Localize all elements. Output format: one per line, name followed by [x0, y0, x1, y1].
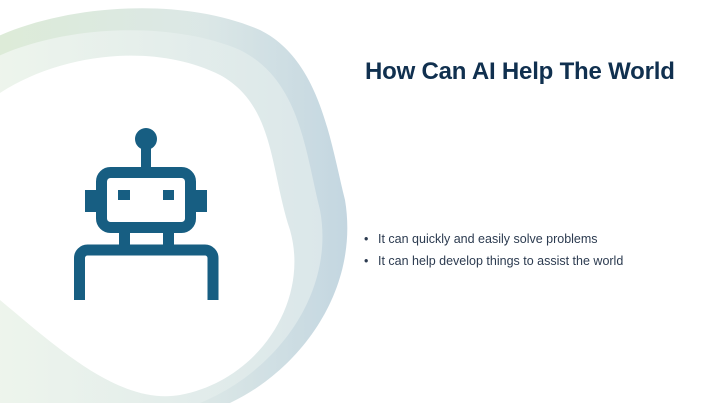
- bullet-item: • It can help develop things to assist th…: [364, 250, 623, 272]
- robot-neck-left: [119, 232, 130, 248]
- robot-icon: [74, 128, 219, 300]
- bullet-item: • It can quickly and easily solve problem…: [364, 228, 623, 250]
- robot-ear-right: [195, 190, 207, 212]
- robot-eye-right: [163, 190, 174, 200]
- bullet-dot: •: [364, 232, 369, 246]
- bullet-dot: •: [364, 254, 369, 268]
- bullet-list: • It can quickly and easily solve problem…: [364, 228, 623, 272]
- robot-ear-left: [85, 190, 97, 212]
- robot-neck-right: [163, 232, 174, 248]
- robot-body: [74, 244, 219, 300]
- bullet-text: It can help develop things to assist the…: [378, 254, 624, 268]
- slide-title: How Can AI Help The World: [365, 58, 675, 85]
- robot-head: [96, 167, 196, 233]
- robot-antenna: [141, 145, 151, 170]
- bullet-text: It can quickly and easily solve problems: [378, 232, 598, 246]
- robot-eye-left: [118, 190, 130, 200]
